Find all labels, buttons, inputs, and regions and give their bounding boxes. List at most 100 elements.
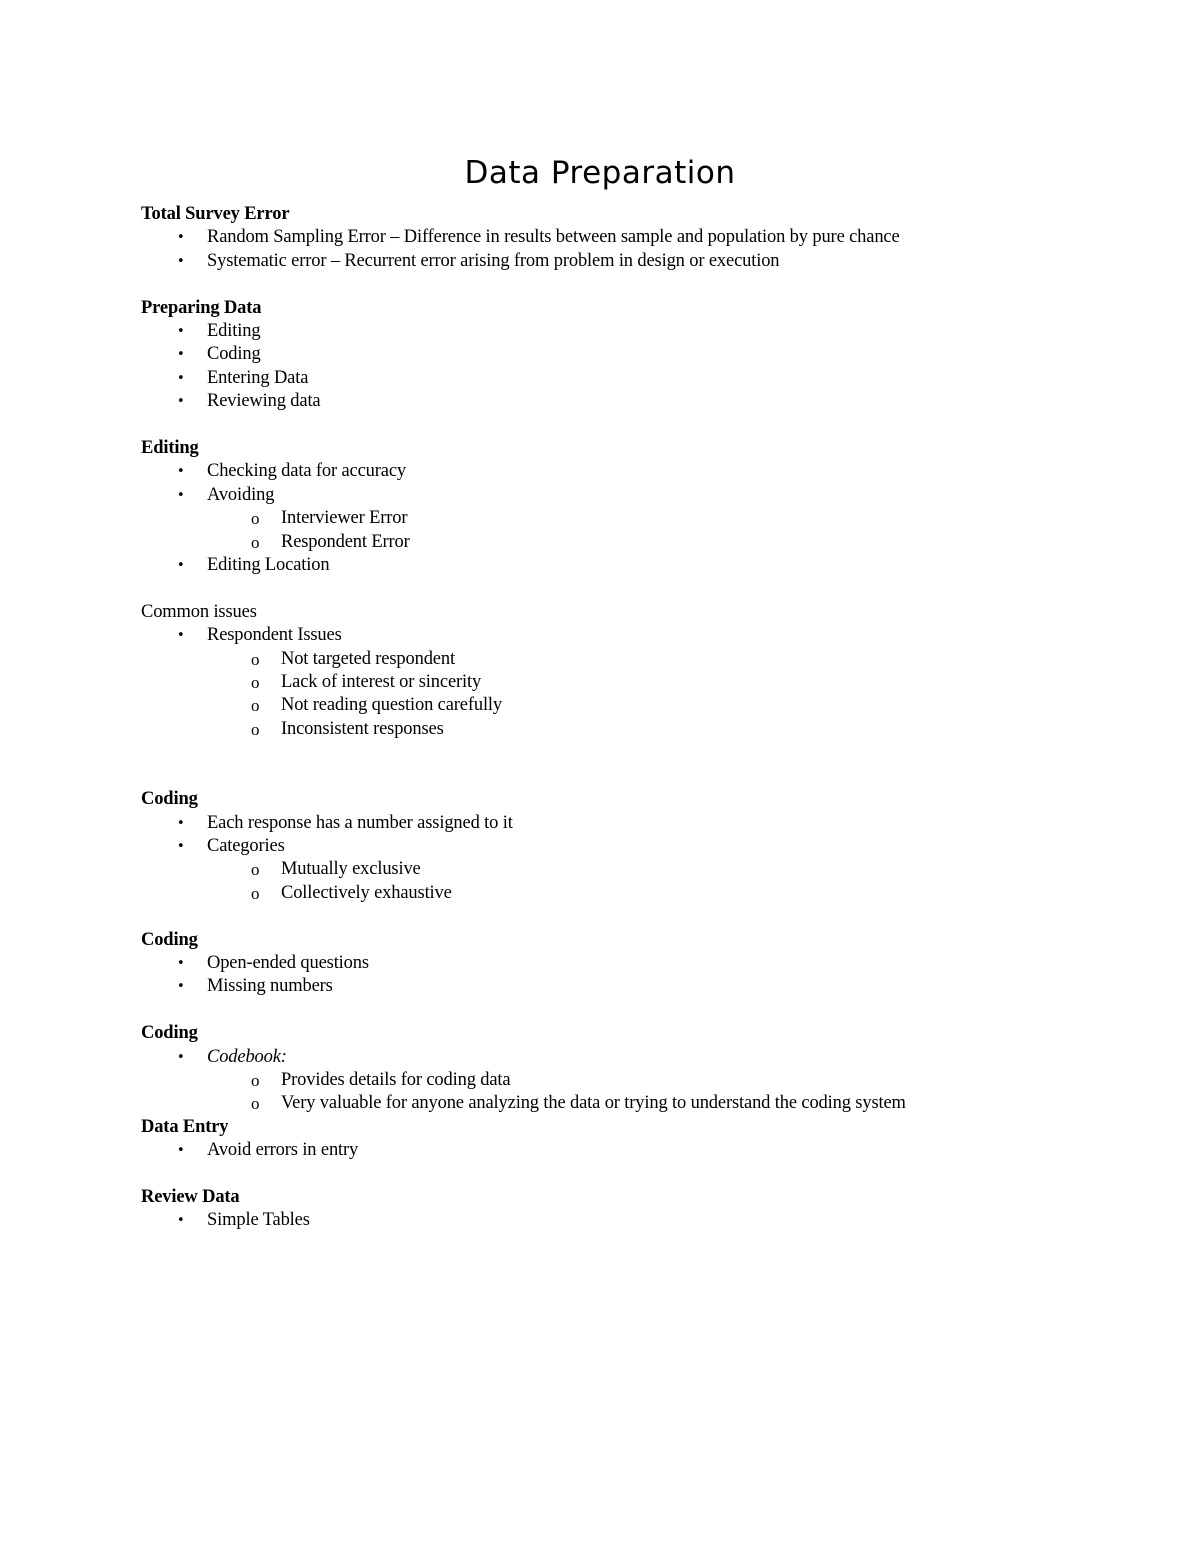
list-item-label: Each response has a number assigned to i… — [207, 812, 513, 833]
list-item: • Editing — [141, 320, 1141, 343]
sub-list-item: o Interviewer Error — [141, 507, 1141, 530]
section-heading: Editing — [141, 438, 199, 459]
list-item: • Open-ended questions — [141, 952, 1141, 975]
sub-list-item: o Collectively exhaustive — [141, 882, 1141, 905]
list-item: • Entering Data — [141, 367, 1141, 390]
list-item-label: Avoiding — [207, 484, 275, 505]
sub-list-item: o Provides details for coding data — [141, 1069, 1141, 1092]
list-item: • Random Sampling Error – Difference in r… — [141, 226, 1141, 249]
list-item-label: Mutually exclusive — [281, 859, 421, 880]
list-item-label: Interviewer Error — [281, 508, 408, 529]
bullet-icon: • — [177, 324, 185, 340]
section-heading: Common issues — [141, 601, 257, 622]
bullet-icon: • — [177, 347, 185, 363]
sub-bullet-icon: o — [251, 719, 260, 739]
list-item: • Coding — [141, 343, 1141, 366]
list-item-label: Checking data for accuracy — [207, 461, 406, 482]
section-heading: Preparing Data — [141, 297, 262, 318]
bullet-icon: • — [177, 838, 185, 854]
list-item-label: Codebook: — [207, 1046, 287, 1067]
sub-bullet-icon: o — [251, 673, 260, 693]
section-heading: Review Data — [141, 1186, 240, 1207]
bullet-icon: • — [177, 558, 185, 574]
list-item-label: Random Sampling Error – Difference in re… — [207, 227, 900, 248]
bullet-icon: • — [177, 1049, 185, 1065]
list-item-label: Collectively exhaustive — [281, 882, 452, 903]
sub-bullet-icon: o — [251, 1070, 260, 1090]
bullet-icon: • — [177, 1213, 185, 1229]
list-item-label: Editing — [207, 321, 261, 342]
list-item-label: Entering Data — [207, 367, 309, 388]
sub-list-item: o Inconsistent responses — [141, 718, 1141, 741]
sub-bullet-icon: o — [251, 532, 260, 552]
list-item: • Categories — [141, 835, 1141, 858]
list-item-label: Categories — [207, 835, 285, 856]
list-item-label: Lack of interest or sincerity — [281, 672, 482, 693]
sub-bullet-icon: o — [251, 509, 260, 529]
list-item-label: Systematic error – Recurrent error arisi… — [207, 250, 780, 271]
list-item-label: Inconsistent responses — [281, 718, 444, 739]
list-item: • Reviewing data — [141, 390, 1141, 413]
bullet-icon: • — [177, 979, 185, 995]
list-item: • Codebook: — [141, 1046, 1141, 1069]
list-item-label: Open-ended questions — [207, 952, 369, 973]
list-item: • Avoid errors in entry — [141, 1139, 1141, 1162]
sub-bullet-icon: o — [251, 860, 260, 880]
list-item-label: Provides details for coding data — [281, 1069, 511, 1090]
list-item: • Checking data for accuracy — [141, 460, 1141, 483]
list-item-label: Not targeted respondent — [281, 648, 455, 669]
document-page: Data Preparation Total Survey Error • Rand… — [0, 0, 1200, 1553]
sub-list-item: o Lack of interest or sincerity — [141, 671, 1141, 694]
section-heading: Total Survey Error — [141, 204, 290, 224]
list-item: • Systematic error – Recurrent error aris… — [141, 250, 1141, 273]
bullet-icon: • — [177, 1143, 185, 1159]
bullet-icon: • — [177, 628, 185, 644]
section-heading: Coding — [141, 1023, 198, 1044]
bullet-icon: • — [177, 253, 185, 269]
list-item: • Simple Tables — [141, 1209, 1141, 1232]
sub-list-item: o Mutually exclusive — [141, 858, 1141, 881]
bullet-icon: • — [177, 487, 185, 503]
sub-bullet-icon: o — [251, 883, 260, 903]
bullet-icon: • — [177, 370, 185, 386]
list-item-label: Very valuable for anyone analyzing the d… — [281, 1093, 906, 1114]
list-item-label: Simple Tables — [207, 1210, 310, 1231]
sub-list-item: o Very valuable for anyone analyzing the … — [141, 1092, 1141, 1115]
bullet-icon: • — [177, 464, 185, 480]
list-item-label: Respondent Error — [281, 531, 410, 552]
list-item-label: Coding — [207, 344, 261, 365]
document-body: Total Survey Error • Random Sampling Error… — [141, 203, 1141, 1233]
list-item: • Respondent Issues — [141, 624, 1141, 647]
sub-bullet-icon: o — [251, 649, 260, 669]
section-heading: Coding — [141, 929, 198, 950]
list-item-label: Not reading question carefully — [281, 695, 503, 716]
list-item: • Editing Location — [141, 554, 1141, 577]
section-heading: Data Entry — [141, 1116, 229, 1137]
list-item: • Avoiding — [141, 484, 1141, 507]
list-item-label: Missing numbers — [207, 976, 333, 997]
list-item-label: Reviewing data — [207, 391, 321, 412]
sub-list-item: o Respondent Error — [141, 531, 1141, 554]
list-item-label: Avoid errors in entry — [207, 1140, 359, 1161]
bullet-icon: • — [177, 815, 185, 831]
sub-list-item: o Not reading question carefully — [141, 694, 1141, 717]
list-item-label: Editing Location — [207, 555, 330, 576]
section-heading: Coding — [141, 789, 198, 810]
list-item: • Missing numbers — [141, 975, 1141, 998]
list-item-label: Respondent Issues — [207, 625, 342, 646]
sub-bullet-icon: o — [251, 696, 260, 716]
bullet-icon: • — [177, 394, 185, 410]
list-item: • Each response has a number assigned to … — [141, 812, 1141, 835]
bullet-icon: • — [177, 955, 185, 971]
sub-list-item: o Not targeted respondent — [141, 648, 1141, 671]
bullet-icon: • — [177, 230, 185, 246]
page-title: Data Preparation — [464, 155, 736, 191]
sub-bullet-icon: o — [251, 1094, 260, 1114]
